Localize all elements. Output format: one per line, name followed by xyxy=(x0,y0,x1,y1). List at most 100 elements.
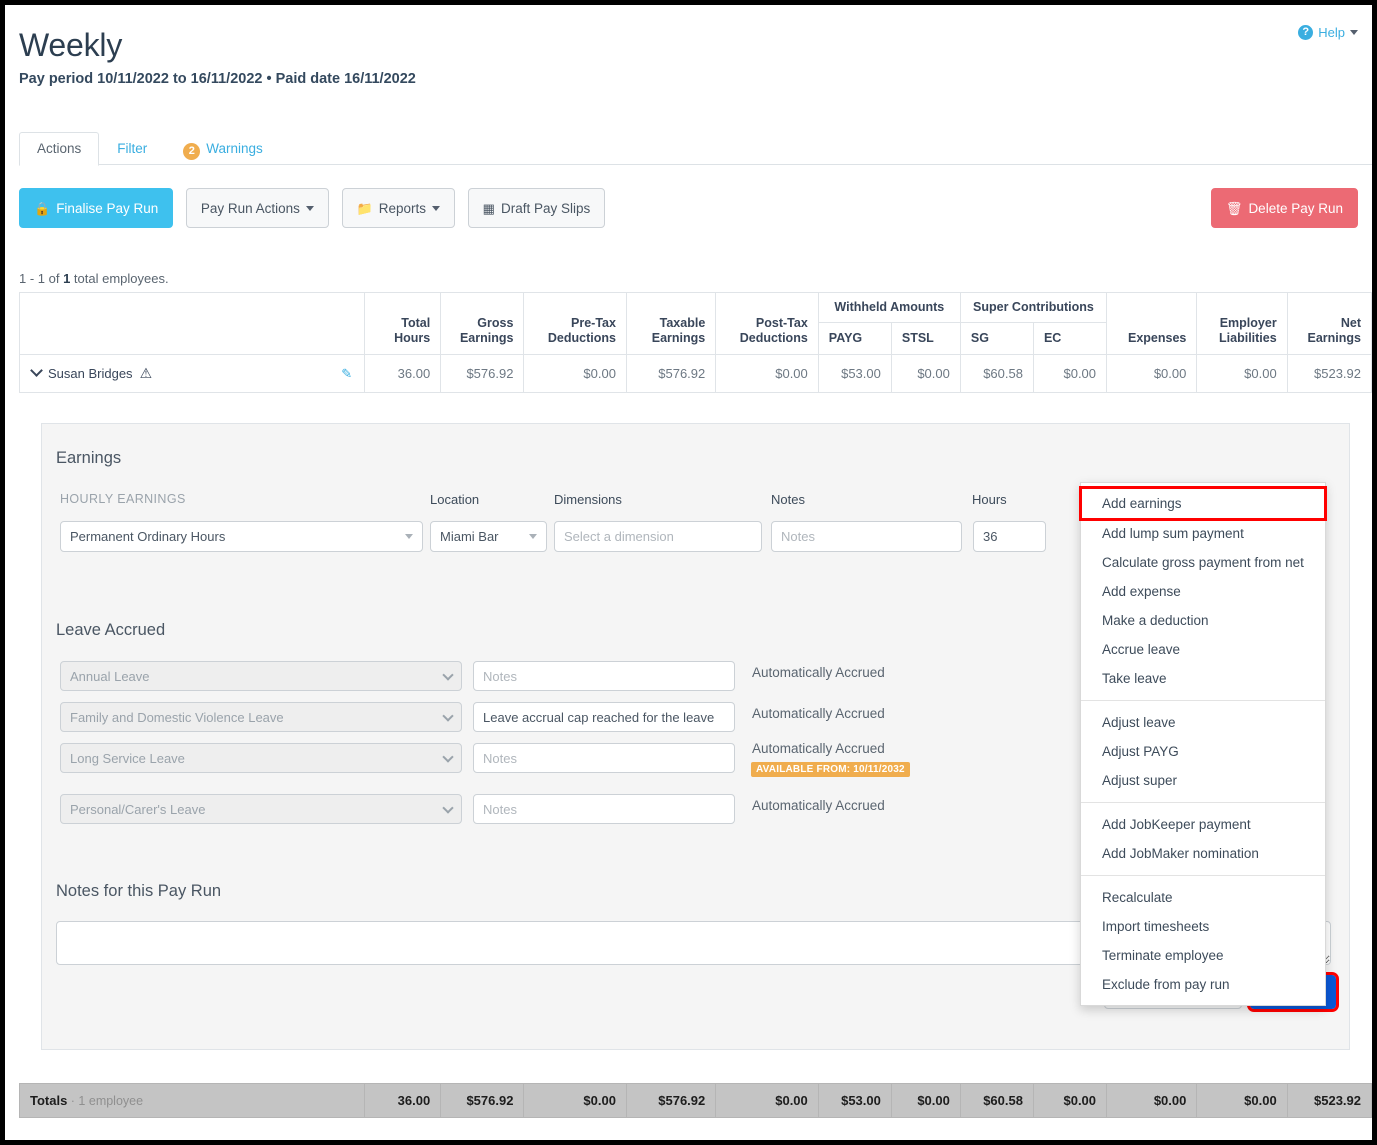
totals-pretax: $0.00 xyxy=(523,1083,627,1118)
earnings-notes-input[interactable] xyxy=(771,521,962,552)
col-posttax-deductions: Post-Tax Deductions xyxy=(715,292,819,355)
reports-button[interactable]: 📁 Reports xyxy=(341,188,456,228)
draft-pay-slips-button[interactable]: ▦ Draft Pay Slips xyxy=(467,188,606,228)
location-select[interactable]: Miami Bar xyxy=(430,521,547,552)
count-prefix: 1 - 1 of xyxy=(19,271,64,286)
totals-net: $523.92 xyxy=(1286,1083,1372,1118)
table-row[interactable]: Susan Bridges ⚠ ✎ 36.00 $576.92 $0.00 $57… xyxy=(18,354,1372,393)
employee-table: Total Hours Gross Earnings Pre-Tax Deduc… xyxy=(18,292,1372,393)
cell-ec: $0.00 xyxy=(1032,354,1108,393)
totals-expenses: $0.00 xyxy=(1106,1083,1198,1118)
col-employer-liabilities: Employer Liabilities xyxy=(1196,292,1288,355)
cell-gross: $576.92 xyxy=(440,354,525,393)
col-expenses: Expenses xyxy=(1106,292,1198,355)
menu-item-calculate-gross-from-net[interactable]: Calculate gross payment from net xyxy=(1081,548,1325,577)
reports-label: Reports xyxy=(378,200,427,216)
help-label: Help xyxy=(1318,25,1345,40)
lock-icon: 🔒 xyxy=(34,200,51,216)
tab-filter[interactable]: Filter xyxy=(99,132,165,166)
menu-item-exclude-from-pay-run[interactable]: Exclude from pay run xyxy=(1081,970,1325,999)
warnings-count-badge: 2 xyxy=(183,143,201,160)
tab-bar: Actions Filter 2 Warnings xyxy=(19,132,1372,166)
finalise-pay-run-button[interactable]: 🔒 Finalise Pay Run xyxy=(19,188,174,228)
menu-item-make-a-deduction[interactable]: Make a deduction xyxy=(1081,606,1325,635)
location-value: Miami Bar xyxy=(440,529,499,544)
totals-row: Totals · 1 employee 36.00 $576.92 $0.00 … xyxy=(18,1083,1372,1118)
pay-category-value: Permanent Ordinary Hours xyxy=(70,529,226,544)
page-title: Weekly xyxy=(19,27,123,63)
dimension-input[interactable] xyxy=(554,521,762,552)
dimensions-label: Dimensions xyxy=(554,492,622,507)
chevron-down-icon xyxy=(442,801,454,814)
toolbar: 🔒 Finalise Pay Run Pay Run Actions 📁 Rep… xyxy=(19,188,614,228)
menu-item-import-timesheets[interactable]: Import timesheets xyxy=(1081,912,1325,941)
menu-item-take-leave[interactable]: Take leave xyxy=(1081,664,1325,693)
cell-sg: $60.58 xyxy=(959,354,1034,393)
trash-icon: 🗑 xyxy=(1225,200,1243,216)
leave-type-select-3[interactable]: Personal/Carer's Leave xyxy=(60,794,462,824)
finalise-pay-run-label: Finalise Pay Run xyxy=(56,200,159,216)
menu-item-recalculate[interactable]: Recalculate xyxy=(1081,883,1325,912)
totals-stsl: $0.00 xyxy=(890,1083,961,1118)
chevron-down-icon xyxy=(529,534,537,539)
col-total-hours: Total Hours xyxy=(364,292,442,355)
employee-name-cell[interactable]: Susan Bridges ⚠ ✎ xyxy=(18,354,366,393)
leave-notes-input-2[interactable] xyxy=(473,743,735,773)
pay-category-select[interactable]: Permanent Ordinary Hours xyxy=(60,521,423,552)
totals-gross: $576.92 xyxy=(440,1083,525,1118)
location-label: Location xyxy=(430,492,480,507)
menu-item-adjust-payg[interactable]: Adjust PAYG xyxy=(1081,737,1325,766)
help-menu[interactable]: ? Help xyxy=(1298,25,1358,40)
leave-type-select-0[interactable]: Annual Leave xyxy=(60,661,462,691)
warning-triangle-icon: ⚠ xyxy=(139,365,153,381)
leave-status-0: Automatically Accrued xyxy=(752,665,885,680)
leave-type-value-1: Family and Domestic Violence Leave xyxy=(70,709,284,725)
menu-item-add-earnings[interactable]: Add earnings xyxy=(1079,486,1327,521)
menu-item-add-jobkeeper-payment[interactable]: Add JobKeeper payment xyxy=(1081,810,1325,839)
table-body: Susan Bridges ⚠ ✎ 36.00 $576.92 $0.00 $57… xyxy=(18,354,1372,393)
totals-label: Totals xyxy=(30,1093,68,1108)
hourly-earnings-label: HOURLY EARNINGS xyxy=(60,492,186,506)
tab-warnings-label: Warnings xyxy=(206,141,263,156)
menu-item-add-jobmaker-nomination[interactable]: Add JobMaker nomination xyxy=(1081,839,1325,868)
leave-type-select-2[interactable]: Long Service Leave xyxy=(60,743,462,773)
tab-warnings[interactable]: 2 Warnings xyxy=(165,132,281,169)
col-ec: EC xyxy=(1032,322,1108,355)
pay-run-actions-button[interactable]: Pay Run Actions xyxy=(185,188,329,228)
leave-type-value-3: Personal/Carer's Leave xyxy=(70,801,206,817)
chevron-down-icon xyxy=(305,205,314,211)
col-group-super-contributions: Super Contributions xyxy=(959,292,1108,323)
hours-input[interactable] xyxy=(973,521,1046,552)
totals-taxable: $576.92 xyxy=(625,1083,717,1118)
employee-count: 1 - 1 of 1 total employees. xyxy=(19,271,169,286)
cell-stsl: $0.00 xyxy=(890,354,961,393)
draft-pay-slips-label: Draft Pay Slips xyxy=(500,200,591,216)
edit-pencil-icon[interactable]: ✎ xyxy=(341,366,352,382)
folder-icon: 📁 xyxy=(356,200,373,216)
menu-item-adjust-super[interactable]: Adjust super xyxy=(1081,766,1325,795)
menu-divider xyxy=(1081,875,1325,876)
col-stsl: STSL xyxy=(890,322,961,355)
leave-notes-input-0[interactable] xyxy=(473,661,735,691)
tab-actions[interactable]: Actions xyxy=(19,132,100,166)
leave-notes-input-3[interactable] xyxy=(473,794,735,824)
chevron-down-icon xyxy=(442,750,454,763)
totals-sg: $60.58 xyxy=(959,1083,1034,1118)
col-taxable-earnings: Taxable Earnings xyxy=(625,292,717,355)
delete-pay-run-button[interactable]: 🗑 Delete Pay Run xyxy=(1210,188,1358,228)
menu-item-terminate-employee[interactable]: Terminate employee xyxy=(1081,941,1325,970)
document-icon: ▦ xyxy=(482,200,495,216)
leave-notes-input-1[interactable] xyxy=(473,702,735,732)
pay-run-notes-label: Notes for this Pay Run xyxy=(56,882,222,900)
menu-item-accrue-leave[interactable]: Accrue leave xyxy=(1081,635,1325,664)
leave-status-2: Automatically Accrued xyxy=(752,741,885,756)
leave-type-select-1[interactable]: Family and Domestic Violence Leave xyxy=(60,702,462,732)
col-employee-name xyxy=(18,292,366,355)
cell-expenses: $0.00 xyxy=(1106,354,1198,393)
table-header-row-1: Total Hours Gross Earnings Pre-Tax Deduc… xyxy=(18,292,1372,355)
totals-label-cell: Totals · 1 employee xyxy=(18,1083,366,1118)
menu-item-add-lump-sum-payment[interactable]: Add lump sum payment xyxy=(1081,519,1325,548)
menu-item-add-expense[interactable]: Add expense xyxy=(1081,577,1325,606)
chevron-down-icon[interactable] xyxy=(30,364,43,377)
menu-item-adjust-leave[interactable]: Adjust leave xyxy=(1081,708,1325,737)
